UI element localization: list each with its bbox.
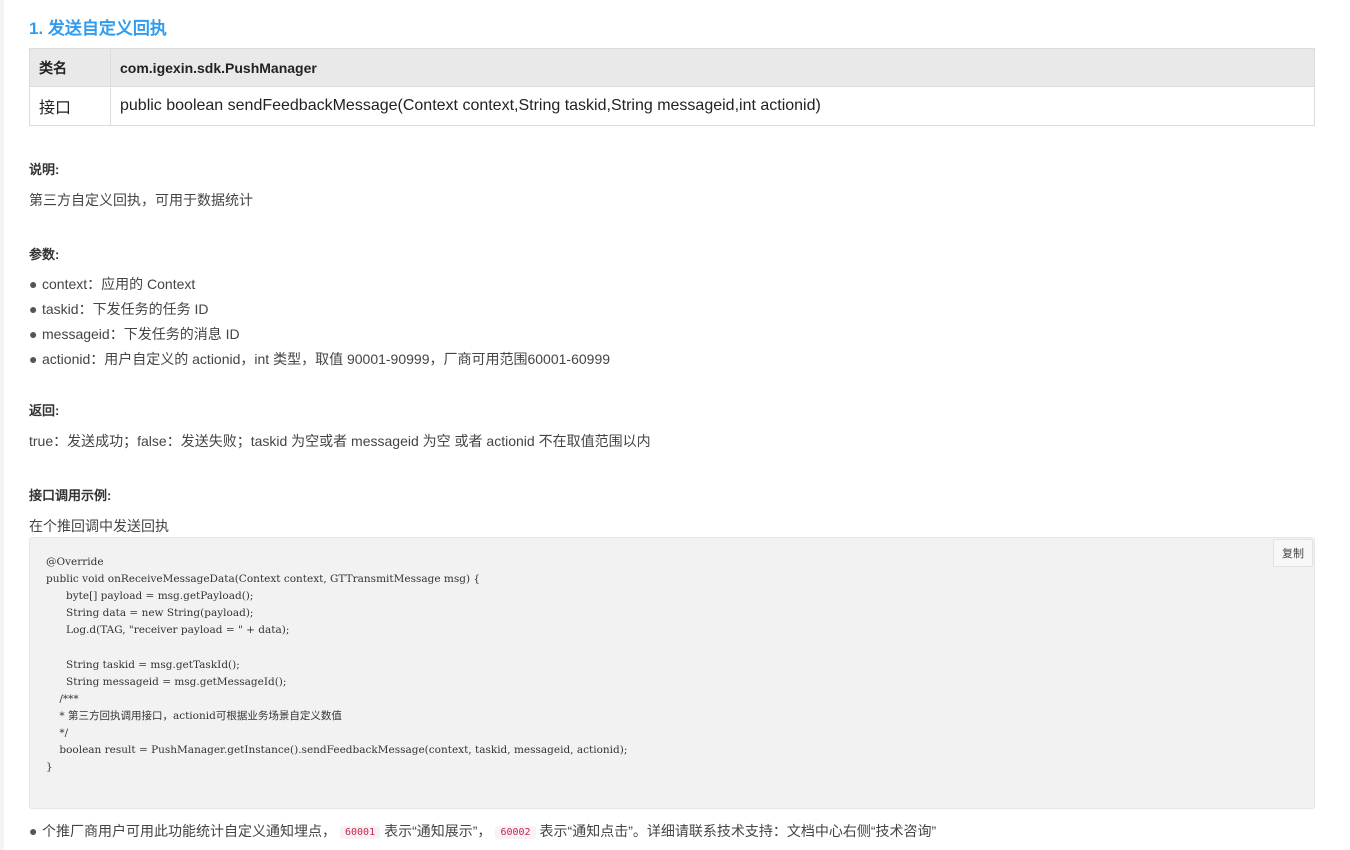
bullet-icon: ● [29,301,38,317]
example-intro: 在个推回调中发送回执 [29,518,169,534]
returns-label: 返回: [29,403,60,418]
param-text: taskid：下发任务的任务 ID [42,301,209,317]
example-label: 接口调用示例: [29,488,112,503]
param-text: context：应用的 Context [42,276,196,292]
bullet-icon: ● [29,276,38,292]
description-text: 第三方自定义回执，可用于数据统计 [29,192,253,208]
code-block: 复制 @Override public void onReceiveMessag… [29,537,1315,809]
list-item: ● context：应用的 Context [29,274,610,299]
footer-note: ● 个推厂商用户可用此功能统计自定义通知埋点， 60001 表示“通知展示”， 6000… [29,821,936,841]
list-item: ● actionid：用户自定义的 actionid，int 类型，取值 9000… [29,349,610,374]
table-header-row: 类名 com.igexin.sdk.PushManager [29,48,1315,87]
returns-text: true：发送成功；false：发送失败；taskid 为空或者 message… [29,433,651,449]
params-list: ● context：应用的 Context ● taskid：下发任务的任务 ID … [29,274,610,374]
table-cell-interface-label: 接口 [29,86,111,126]
bullet-icon: ● [29,326,38,342]
bullet-icon: ● [29,823,38,839]
params-label: 参数: [29,247,60,262]
footer-text-after: 表示“通知点击”。详细请联系技术支持：文档中心右侧“技术咨询” [539,823,937,839]
code-content[interactable]: @Override public void onReceiveMessageDa… [46,554,627,776]
bullet-icon: ● [29,351,38,367]
inline-code-60002: 60002 [495,826,536,839]
page-left-rule [0,0,4,850]
description-label: 说明: [29,162,60,177]
table-header-classname-value: com.igexin.sdk.PushManager [110,48,1315,87]
table-cell-interface-signature: public boolean sendFeedbackMessage(Conte… [110,86,1315,126]
api-info-table: 类名 com.igexin.sdk.PushManager 接口 public … [29,48,1315,126]
list-item: ● taskid：下发任务的任务 ID [29,299,610,324]
inline-code-60001: 60001 [340,826,381,839]
section-title: 1. 发送自定义回执 [29,19,167,38]
copy-button[interactable]: 复制 [1273,539,1313,567]
list-item: ● messageid：下发任务的消息 ID [29,324,610,349]
param-text: messageid：下发任务的消息 ID [42,326,240,342]
footer-text-middle: 表示“通知展示”， [384,823,492,839]
table-row: 接口 public boolean sendFeedbackMessage(Co… [29,86,1315,126]
table-header-classname-label: 类名 [29,48,111,87]
footer-text-before: 个推厂商用户可用此功能统计自定义通知埋点， [42,823,336,839]
param-text: actionid：用户自定义的 actionid，int 类型，取值 90001… [42,351,611,367]
